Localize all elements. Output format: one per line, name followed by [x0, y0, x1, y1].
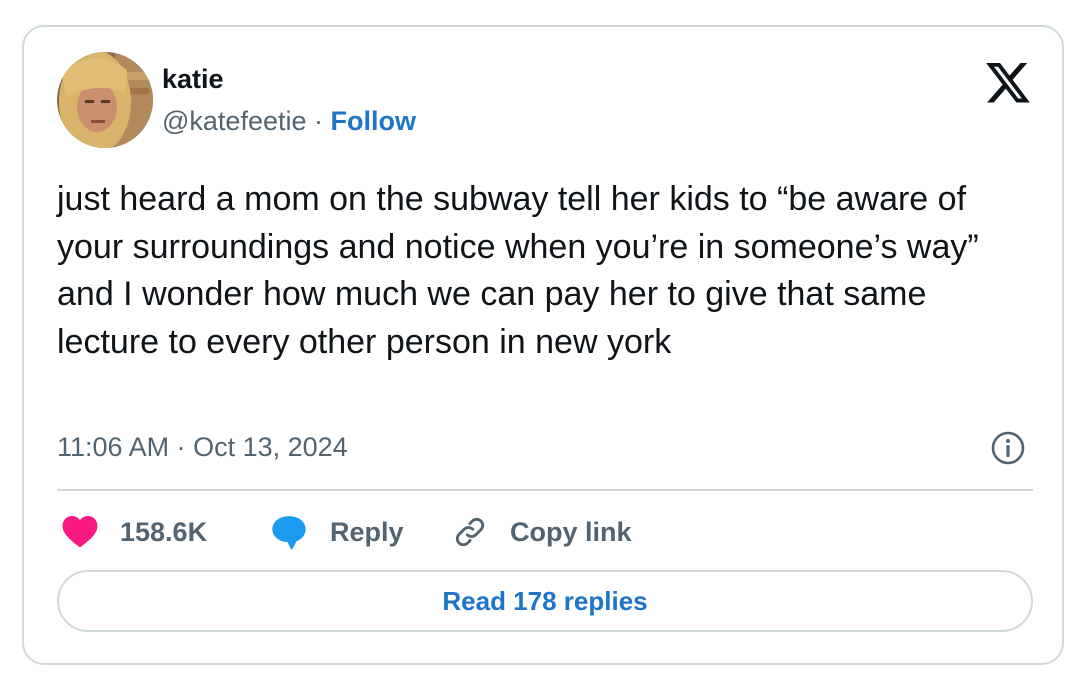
author-name[interactable]: katie [162, 63, 224, 95]
tweet-timestamp[interactable]: 11:06 AM · Oct 13, 2024 [57, 431, 348, 463]
divider [57, 489, 1033, 491]
speech-bubble-icon [270, 513, 308, 551]
reply-label: Reply [330, 516, 404, 547]
avatar-image [57, 52, 153, 148]
author-handle[interactable]: @katefeetie [162, 106, 307, 136]
like-count: 158.6K [120, 516, 208, 547]
like-button[interactable]: 158.6K [62, 511, 207, 553]
read-replies-label: Read 178 replies [442, 585, 648, 616]
avatar[interactable] [57, 52, 153, 148]
link-icon [452, 514, 488, 550]
heart-icon [62, 516, 98, 548]
x-logo-icon[interactable] [986, 63, 1030, 103]
handle-row: @katefeetie · Follow [162, 105, 416, 137]
tweet-text: just heard a mom on the subway tell her … [57, 180, 979, 361]
copy-link-label: Copy link [510, 516, 632, 547]
follow-button[interactable]: Follow [331, 106, 416, 136]
read-replies-button[interactable]: Read 178 replies [57, 570, 1033, 632]
copy-link-button[interactable]: Copy link [452, 511, 632, 553]
reply-button[interactable]: Reply [270, 511, 404, 553]
handle-separator: · [306, 106, 331, 136]
tweet-card: katie @katefeetie · Follow just heard a … [22, 25, 1064, 665]
info-icon[interactable] [990, 430, 1026, 466]
